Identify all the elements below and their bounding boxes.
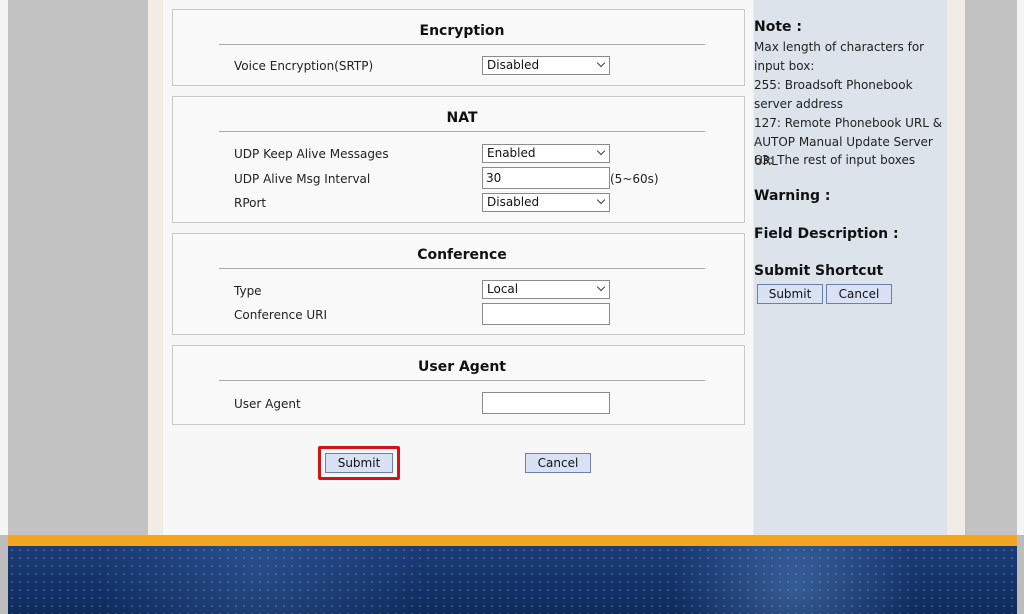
rport-label: RPort [234, 196, 267, 210]
udp-keepalive-label: UDP Keep Alive Messages [234, 147, 389, 161]
chevron-down-icon [596, 282, 606, 292]
user-agent-label: User Agent [234, 397, 301, 411]
udp-interval-input[interactable]: 30 [482, 167, 610, 189]
page-background-right [965, 0, 1017, 535]
encryption-section: Encryption Voice Encryption(SRTP) Disabl… [172, 9, 745, 86]
shortcut-cancel-button[interactable]: Cancel [826, 284, 892, 304]
note-line-2: 255: Broadsoft Phonebook server address [754, 78, 913, 111]
shortcut-submit-button[interactable]: Submit [757, 284, 823, 304]
conference-uri-input[interactable] [482, 303, 610, 325]
user-agent-section: User Agent User Agent [172, 345, 745, 425]
chevron-down-icon [596, 195, 606, 205]
rport-select[interactable]: Disabled [482, 193, 610, 212]
conference-uri-label: Conference URI [234, 308, 328, 322]
nat-section: NAT UDP Keep Alive Messages Enabled UDP … [172, 96, 745, 223]
encryption-title: Encryption [219, 23, 705, 45]
conference-type-value: Local [487, 282, 519, 296]
user-agent-title: User Agent [219, 359, 705, 381]
window-edge-right [1017, 0, 1024, 535]
field-description-title: Field Description : [754, 226, 899, 242]
rport-value: Disabled [487, 195, 540, 209]
page-background-left [8, 0, 148, 535]
udp-keepalive-select[interactable]: Enabled [482, 144, 610, 163]
submit-button[interactable]: Submit [325, 453, 393, 473]
nat-title: NAT [219, 110, 705, 132]
chevron-down-icon [596, 146, 606, 156]
conference-type-label: Type [234, 284, 262, 298]
udp-keepalive-value: Enabled [487, 146, 536, 160]
cancel-button[interactable]: Cancel [525, 453, 591, 473]
submit-shortcut-title: Submit Shortcut [754, 263, 884, 279]
conference-title: Conference [219, 247, 705, 269]
note-line-1: Max length of characters for input box: [754, 40, 925, 73]
chevron-down-icon [596, 58, 606, 68]
voice-encryption-select[interactable]: Disabled [482, 56, 610, 75]
conference-section: Conference Type Local Conference URI [172, 233, 745, 335]
note-title: Note : [754, 19, 802, 35]
footer-accent-stripe [8, 535, 1017, 546]
note-line-4: 63: The rest of input boxes [754, 153, 916, 167]
voice-encryption-value: Disabled [487, 58, 540, 72]
udp-interval-label: UDP Alive Msg Interval [234, 172, 371, 186]
conference-type-select[interactable]: Local [482, 280, 610, 299]
warning-title: Warning : [754, 188, 831, 204]
voice-encryption-label: Voice Encryption(SRTP) [234, 59, 374, 73]
footer-banner [8, 546, 1017, 614]
user-agent-input[interactable] [482, 392, 610, 414]
window-edge-left [0, 0, 8, 535]
udp-interval-hint: (5~60s) [610, 172, 659, 186]
